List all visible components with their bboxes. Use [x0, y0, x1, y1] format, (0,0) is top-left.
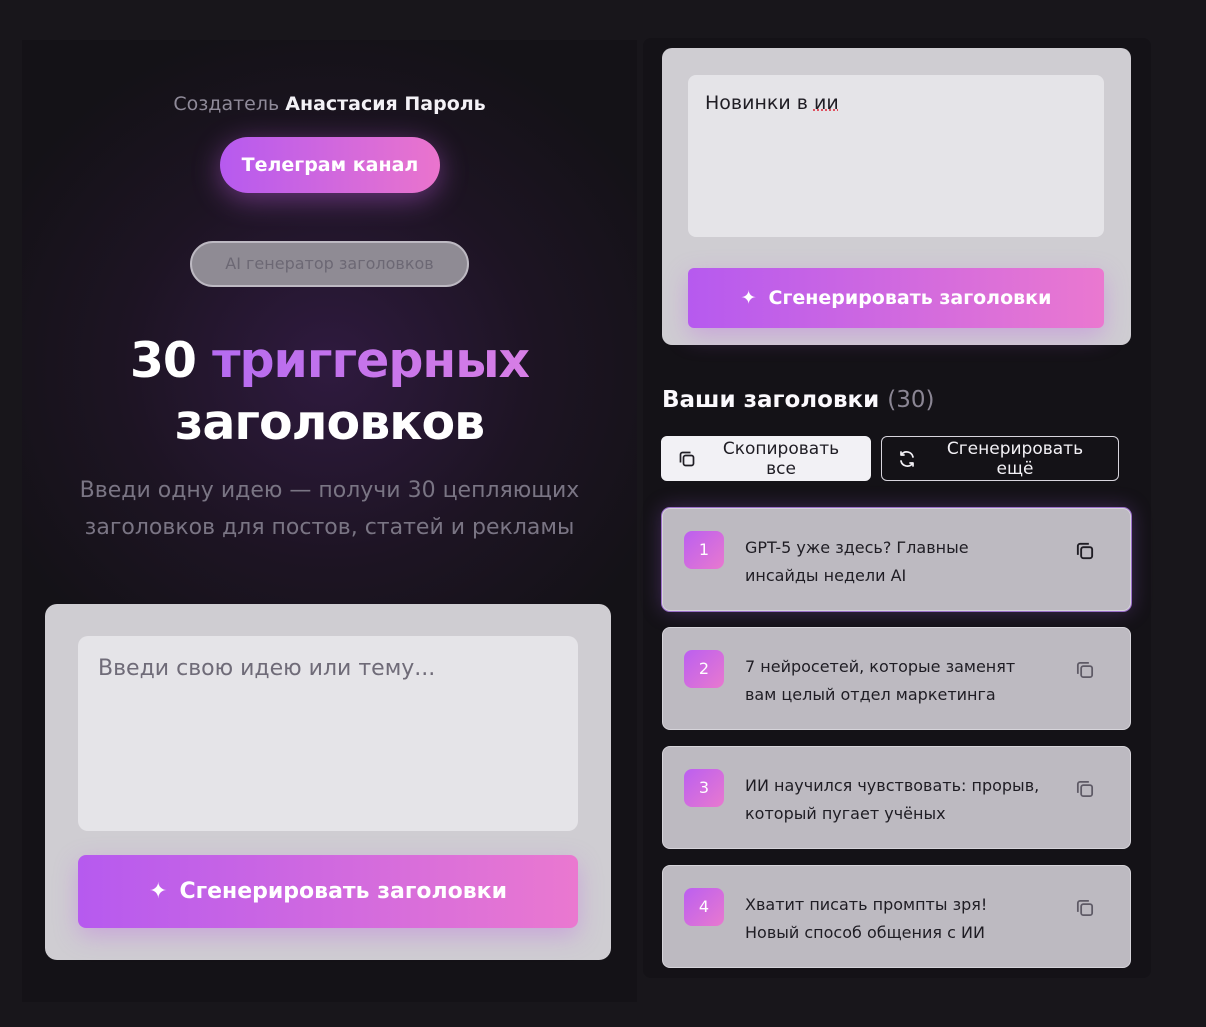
hero-panel: Создатель Анастасия Пароль Телеграм кана…	[22, 40, 637, 1002]
item-number: 1	[684, 531, 724, 569]
item-number: 3	[684, 769, 724, 807]
page-title: 30 триггерных заголовков	[22, 330, 637, 454]
copy-icon	[677, 449, 697, 469]
creator-line: Создатель Анастасия Пароль	[22, 93, 637, 115]
badge-ai-generator: AI генератор заголовков	[190, 241, 469, 287]
item-number: 2	[684, 650, 724, 688]
results-title: Ваши заголовки (30)	[662, 387, 934, 413]
item-text: Хватит писать промпты зря! Новый способ …	[745, 895, 988, 942]
regenerate-label: Сгенерировать ещё	[946, 438, 1084, 479]
regenerate-button[interactable]: Сгенерировать ещё	[881, 436, 1119, 481]
refresh-icon	[897, 449, 917, 469]
item-text: 7 нейросетей, которые заменят вам целый …	[745, 657, 1016, 704]
copy-icon[interactable]	[1074, 540, 1096, 562]
page-subtitle: Введи одну идею — получи 30 цепляющих за…	[79, 478, 580, 540]
generate-button-compact[interactable]: ✦ Сгенерировать заголовки	[688, 268, 1104, 328]
idea-form-card: Введи свою идею или тему... ✦ Сгенериров…	[45, 604, 611, 960]
hero-rest: заголовков	[174, 394, 485, 451]
list-item: 1 GPT-5 уже здесь? Главные инсайды недел…	[662, 508, 1131, 611]
results-title-text: Ваши заголовки	[662, 387, 880, 413]
copy-all-button[interactable]: Скопировать все	[661, 436, 871, 481]
list-item: 3 ИИ научился чувствовать: прорыв, котор…	[662, 746, 1131, 849]
idea-form-card-compact: Новинки в ии ✦ Сгенерировать заголовки	[662, 48, 1131, 345]
list-item: 4 Хватит писать промпты зря! Новый спосо…	[662, 865, 1131, 968]
creator-name: Анастасия Пароль	[285, 93, 486, 115]
hero-accent: триггерных	[212, 332, 530, 389]
item-text: ИИ научился чувствовать: прорыв, который…	[745, 776, 1040, 823]
item-number: 4	[684, 888, 724, 926]
item-text: GPT-5 уже здесь? Главные инсайды недели …	[745, 538, 969, 585]
hero-number: 30	[129, 332, 197, 389]
generate-button-label: Сгенерировать заголовки	[768, 287, 1052, 309]
copy-icon[interactable]	[1074, 659, 1096, 681]
results-panel: Новинки в ии ✦ Сгенерировать заголовки В…	[643, 38, 1151, 978]
sparkle-icon: ✦	[740, 287, 757, 309]
copy-icon[interactable]	[1074, 778, 1096, 800]
idea-input-value-misspelled: ии	[813, 92, 839, 114]
creator-prefix: Создатель	[173, 93, 280, 115]
results-count: (30)	[887, 387, 935, 413]
list-item: 2 7 нейросетей, которые заменят вам целы…	[662, 627, 1131, 730]
copy-all-label: Скопировать все	[722, 438, 840, 479]
idea-input-value: Новинки в	[705, 92, 814, 114]
idea-input[interactable]: Введи свою идею или тему...	[78, 636, 578, 831]
sparkle-icon: ✦	[149, 879, 168, 904]
copy-icon[interactable]	[1074, 897, 1096, 919]
telegram-channel-button[interactable]: Телеграм канал	[220, 137, 440, 193]
idea-input-filled[interactable]: Новинки в ии	[688, 75, 1104, 237]
generate-button-label: Сгенерировать заголовки	[179, 879, 507, 904]
generate-button[interactable]: ✦ Сгенерировать заголовки	[78, 855, 578, 928]
